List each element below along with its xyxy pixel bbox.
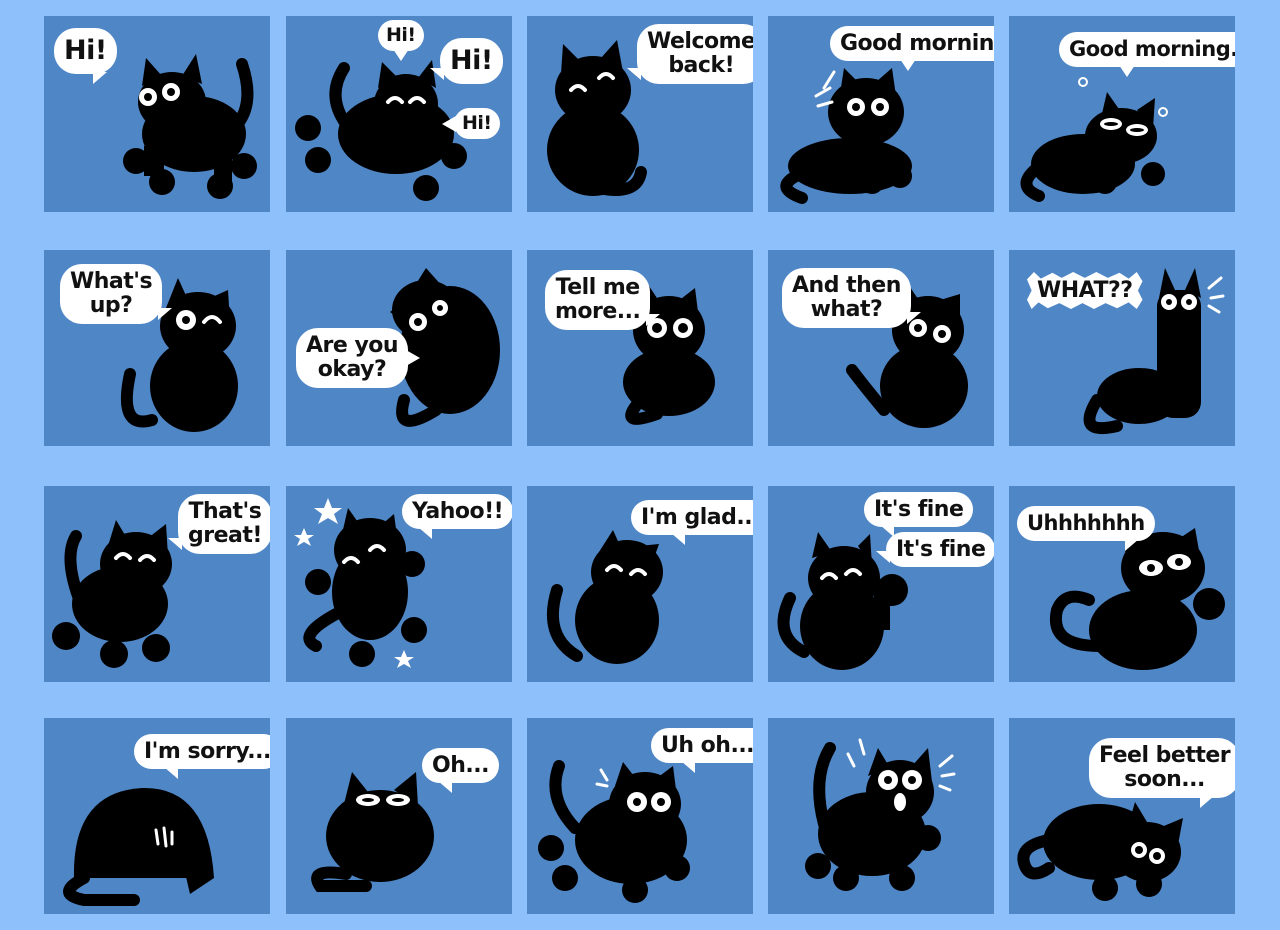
bubble-text: Hi! bbox=[64, 35, 107, 66]
sticker-good-morning[interactable]: Good morning! bbox=[768, 16, 994, 212]
speech-bubble: Hi! bbox=[378, 20, 424, 61]
bubble-text: Good morning! bbox=[840, 31, 994, 56]
speech-bubble: Tell me more... bbox=[545, 270, 661, 330]
speech-bubble: Yahoo!! bbox=[402, 494, 512, 539]
sticker-uh-oh[interactable]: Uh oh.... bbox=[527, 718, 753, 914]
sticker-oh[interactable]: Oh... bbox=[286, 718, 512, 914]
speech-bubble: Good morning! bbox=[830, 26, 994, 71]
bubble-text: And then bbox=[792, 273, 901, 298]
sticker-im-sorry[interactable]: I'm sorry... bbox=[44, 718, 270, 914]
sticker-good-morning-sleepy[interactable]: Good morning... bbox=[1009, 16, 1235, 212]
speech-bubble: Welcome back! bbox=[627, 24, 753, 84]
sticker-what[interactable]: WHAT?? bbox=[1009, 250, 1235, 446]
bubble-text: Yahoo!! bbox=[412, 499, 504, 524]
sticker-uhhh[interactable]: Uhhhhhhh bbox=[1009, 486, 1235, 682]
bubble-text: soon... bbox=[1124, 767, 1205, 792]
sticker-are-you-okay[interactable]: Are you okay? bbox=[286, 250, 512, 446]
bubble-text: Are you bbox=[306, 333, 399, 358]
sticker-its-fine[interactable]: It's fine It's fine bbox=[768, 486, 994, 682]
bubble-text: okay? bbox=[317, 357, 387, 382]
bubble-text: back! bbox=[668, 53, 735, 78]
bubble-text: Hi! bbox=[462, 112, 492, 134]
bubble-text: up? bbox=[89, 293, 133, 318]
speech-bubble: I'm glad... bbox=[631, 500, 753, 545]
speech-bubble: Hi! bbox=[430, 38, 503, 84]
speech-bubble: What's up? bbox=[60, 264, 173, 324]
sticker-and-then-what[interactable]: And then what? bbox=[768, 250, 994, 446]
bubble-text: Feel better bbox=[1099, 743, 1231, 768]
speech-bubble: Uhhhhhhh bbox=[1017, 506, 1155, 551]
sticker-hi-hi-hi[interactable]: Hi! Hi! Hi! bbox=[286, 16, 512, 212]
sticker-welcome-back[interactable]: Welcome back! bbox=[527, 16, 753, 212]
bubble-text: I'm glad... bbox=[641, 505, 753, 530]
bubble-text: Good morning... bbox=[1069, 37, 1235, 61]
speech-bubble: It's fine bbox=[876, 532, 994, 567]
bubble-text: Oh... bbox=[432, 753, 489, 778]
sticker-surprised[interactable] bbox=[768, 718, 994, 914]
bubble-text: I'm sorry... bbox=[144, 739, 270, 764]
speech-bubble: I'm sorry... bbox=[134, 734, 270, 779]
speech-bubble: Are you okay? bbox=[296, 328, 421, 388]
bubble-text: Uh oh.... bbox=[661, 733, 753, 758]
sticker-thats-great[interactable]: That's great! bbox=[44, 486, 270, 682]
speech-bubble: Hi! bbox=[54, 28, 117, 84]
bubble-text: WHAT?? bbox=[1037, 278, 1133, 303]
bubble-text: It's fine bbox=[896, 537, 986, 562]
speech-bubble: Good morning... bbox=[1059, 32, 1235, 77]
speech-bubble: That's great! bbox=[168, 494, 270, 554]
sticker-im-glad[interactable]: I'm glad... bbox=[527, 486, 753, 682]
speech-bubble: And then what? bbox=[782, 268, 921, 328]
sticker-whats-up[interactable]: What's up? bbox=[44, 250, 270, 446]
bubble-text: It's fine bbox=[874, 497, 964, 522]
speech-bubble: Feel better soon... bbox=[1089, 738, 1235, 808]
bubble-text: Hi! bbox=[386, 24, 416, 46]
bubble-text: Uhhhhhhh bbox=[1027, 511, 1145, 535]
bubble-text: what? bbox=[810, 297, 883, 322]
sticker-tell-me-more[interactable]: Tell me more... bbox=[527, 250, 753, 446]
bubble-text: more... bbox=[555, 299, 641, 324]
sticker-hi[interactable]: Hi! bbox=[44, 16, 270, 212]
cat-surprised-illustration bbox=[805, 738, 956, 891]
sticker-feel-better-soon[interactable]: Feel better soon... bbox=[1009, 718, 1235, 914]
bubble-text: Hi! bbox=[450, 45, 493, 76]
sticker-sheet: Hi! Hi! Hi! Hi! Welcome back! Good morni… bbox=[0, 0, 1280, 930]
sticker-yahoo[interactable]: Yahoo!! bbox=[286, 486, 512, 682]
speech-bubble: Uh oh.... bbox=[651, 728, 753, 773]
bubble-text: Tell me bbox=[555, 275, 641, 300]
speech-bubble: Hi! bbox=[442, 108, 500, 139]
bubble-text: Welcome bbox=[647, 29, 753, 54]
bubble-text: What's bbox=[70, 269, 153, 294]
speech-bubble: Oh... bbox=[422, 748, 499, 793]
bubble-text: great! bbox=[188, 523, 262, 548]
bubble-text: That's bbox=[188, 499, 262, 524]
speech-bubble: It's fine bbox=[864, 492, 974, 537]
